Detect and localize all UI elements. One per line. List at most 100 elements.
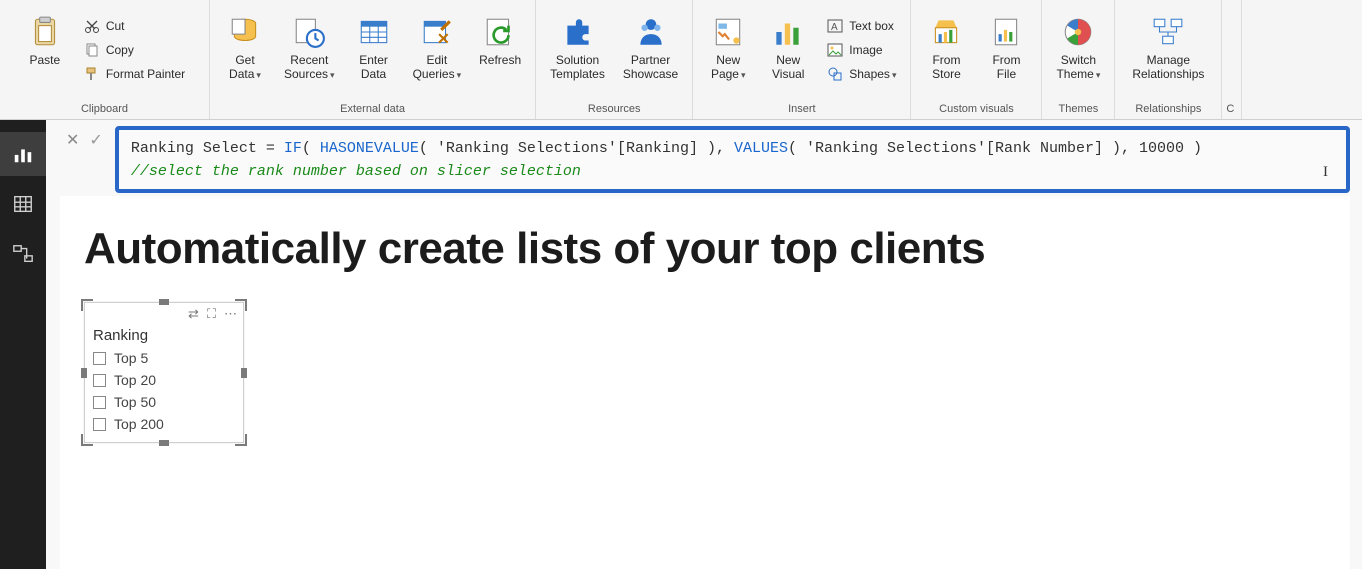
cut-label: Cut	[106, 19, 125, 33]
formula-cancel-button[interactable]: ✕	[66, 130, 79, 150]
new-page-button[interactable]: New Page▾	[701, 11, 755, 101]
bar-chart-icon	[12, 143, 34, 165]
checkbox-icon[interactable]	[93, 374, 106, 387]
switch-theme-button[interactable]: Switch Theme▾	[1050, 11, 1106, 101]
resize-handle[interactable]	[235, 299, 247, 311]
chevron-down-icon: ▾	[892, 70, 897, 80]
relationships-icon	[1151, 15, 1185, 49]
group-insert: New Page▾ New Visual A Text box Image Sh…	[693, 0, 911, 119]
resize-handle[interactable]	[159, 299, 169, 305]
formula-bar: ✕ ✓ Ranking Select = IF( HASONEVALUE( 'R…	[60, 126, 1350, 186]
chevron-down-icon: ▾	[457, 70, 462, 80]
recent-sources-button[interactable]: Recent Sources▾	[278, 11, 341, 101]
from-store-button[interactable]: From Store	[919, 11, 973, 101]
chevron-down-icon: ▾	[1096, 70, 1101, 80]
report-view-button[interactable]	[0, 132, 46, 176]
slicer-item-label: Top 50	[114, 394, 156, 410]
switch-theme-label: Switch Theme▾	[1056, 53, 1100, 82]
slicer-item[interactable]: Top 5	[93, 350, 235, 366]
page-title: Automatically create lists of your top c…	[84, 224, 1326, 274]
data-view-button[interactable]	[0, 182, 46, 226]
new-visual-button[interactable]: New Visual	[761, 11, 815, 101]
group-relationships: Manage Relationships Relationships	[1115, 0, 1222, 119]
edit-queries-button[interactable]: Edit Queries▾	[407, 11, 468, 101]
slicer-item[interactable]: Top 200	[93, 416, 235, 432]
group-calculations: C	[1222, 0, 1242, 119]
palette-icon	[1061, 15, 1095, 49]
resize-handle[interactable]	[235, 434, 247, 446]
slicer-list: Top 5 Top 20 Top 50 Top 200	[85, 350, 243, 442]
store-icon	[929, 15, 963, 49]
refresh-label: Refresh	[479, 53, 521, 67]
focus-mode-icon[interactable]: ⛶	[207, 306, 216, 322]
slicer-item[interactable]: Top 20	[93, 372, 235, 388]
new-visual-label: New Visual	[772, 53, 804, 82]
chevron-down-icon: ▾	[741, 70, 746, 80]
resize-handle[interactable]	[159, 440, 169, 446]
shapes-button[interactable]: Shapes▾	[821, 63, 902, 85]
copy-icon	[84, 42, 100, 58]
slicer-item-label: Top 200	[114, 416, 164, 432]
group-label-external-data: External data	[218, 101, 527, 119]
image-button[interactable]: Image	[821, 39, 902, 61]
puzzle-icon	[561, 15, 595, 49]
group-label-relationships: Relationships	[1123, 101, 1213, 119]
file-chart-icon	[989, 15, 1023, 49]
partner-showcase-label: Partner Showcase	[623, 53, 678, 82]
solution-templates-label: Solution Templates	[550, 53, 605, 82]
shapes-icon	[827, 66, 843, 82]
report-canvas[interactable]: Automatically create lists of your top c…	[60, 196, 1350, 569]
copy-label: Copy	[106, 43, 134, 57]
group-themes: Switch Theme▾ Themes	[1042, 0, 1115, 119]
copy-button[interactable]: Copy	[78, 39, 191, 61]
slicer-clear-icon[interactable]: ⇄	[188, 306, 199, 322]
database-icon	[228, 15, 262, 49]
partner-showcase-button[interactable]: Partner Showcase	[617, 11, 684, 101]
paste-label: Paste	[29, 53, 60, 67]
scissors-icon	[84, 18, 100, 34]
new-page-icon	[711, 15, 745, 49]
formula-input[interactable]: Ranking Select = IF( HASONEVALUE( 'Ranki…	[115, 126, 1350, 193]
resize-handle[interactable]	[81, 299, 93, 311]
refresh-button[interactable]: Refresh	[473, 11, 527, 101]
resize-handle[interactable]	[81, 368, 87, 378]
format-painter-button[interactable]: Format Painter	[78, 63, 191, 85]
manage-relationships-label: Manage Relationships	[1132, 53, 1204, 82]
group-resources: Solution Templates Partner Showcase Reso…	[536, 0, 693, 119]
paste-button[interactable]: Paste	[18, 11, 72, 101]
from-file-button[interactable]: From File	[979, 11, 1033, 101]
resize-handle[interactable]	[241, 368, 247, 378]
enter-data-button[interactable]: Enter Data	[347, 11, 401, 101]
checkbox-icon[interactable]	[93, 396, 106, 409]
slicer-item[interactable]: Top 50	[93, 394, 235, 410]
enter-data-label: Enter Data	[359, 53, 388, 82]
ranking-slicer[interactable]: ⇄ ⛶ ⋯ Ranking Top 5 Top 20 Top 50 Top 20…	[84, 302, 244, 443]
table-grid-icon	[12, 193, 34, 215]
new-page-label: New Page▾	[711, 53, 746, 82]
edit-queries-icon	[420, 15, 454, 49]
manage-relationships-button[interactable]: Manage Relationships	[1123, 11, 1213, 101]
solution-templates-button[interactable]: Solution Templates	[544, 11, 611, 101]
cut-button[interactable]: Cut	[78, 15, 191, 37]
resize-handle[interactable]	[81, 434, 93, 446]
formula-text: Ranking Select = IF( HASONEVALUE( 'Ranki…	[131, 138, 1334, 161]
get-data-button[interactable]: Get Data▾	[218, 11, 272, 101]
view-rail	[0, 120, 46, 569]
chevron-down-icon: ▾	[330, 70, 335, 80]
format-painter-label: Format Painter	[106, 67, 185, 81]
table-icon	[357, 15, 391, 49]
text-box-button[interactable]: A Text box	[821, 15, 902, 37]
clipboard-icon	[28, 15, 62, 49]
get-data-label: Get Data▾	[229, 53, 261, 82]
checkbox-icon[interactable]	[93, 352, 106, 365]
formula-commit-button[interactable]: ✓	[89, 130, 102, 150]
group-label-custom-visuals: Custom visuals	[919, 101, 1033, 119]
checkbox-icon[interactable]	[93, 418, 106, 431]
image-label: Image	[849, 43, 882, 57]
slicer-item-label: Top 5	[114, 350, 148, 366]
from-store-label: From Store	[932, 53, 961, 82]
model-icon	[12, 243, 34, 265]
recent-icon	[292, 15, 326, 49]
model-view-button[interactable]	[0, 232, 46, 276]
chart-icon	[771, 15, 805, 49]
